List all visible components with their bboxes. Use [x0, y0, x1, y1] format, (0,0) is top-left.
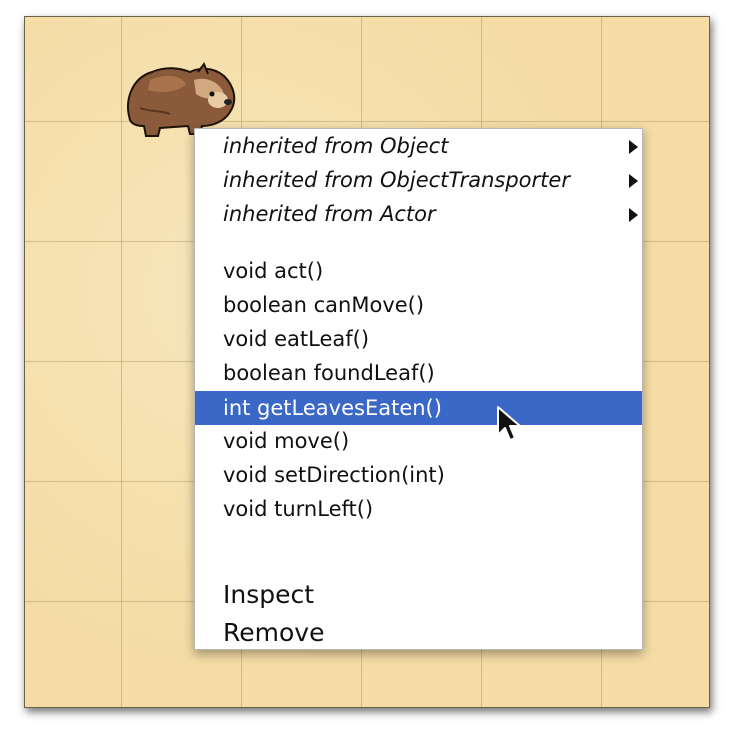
menu-item-eatleaf[interactable]: void eatLeaf()	[195, 322, 642, 356]
menu-item-inherited-actor[interactable]: inherited from Actor	[195, 197, 642, 231]
menu-item-inspect[interactable]: Inspect	[195, 578, 642, 612]
submenu-arrow-icon	[629, 140, 638, 154]
menu-item-turnleft[interactable]: void turnLeft()	[195, 492, 642, 526]
menu-item-setdirection[interactable]: void setDirection(int)	[195, 458, 642, 492]
menu-item-inherited-object[interactable]: inherited from Object	[195, 129, 642, 163]
menu-item-move[interactable]: void move()	[195, 424, 642, 458]
menu-item-canmove[interactable]: boolean canMove()	[195, 288, 642, 322]
menu-item-getleaveseaten[interactable]: int getLeavesEaten()	[195, 391, 642, 425]
context-menu: inherited from Object inherited from Obj…	[194, 128, 643, 650]
menu-item-inherited-objecttransporter[interactable]: inherited from ObjectTransporter	[195, 163, 642, 197]
menu-item-act[interactable]: void act()	[195, 254, 642, 288]
menu-item-foundleaf[interactable]: boolean foundLeaf()	[195, 356, 642, 390]
menu-item-label: inherited from ObjectTransporter	[223, 168, 570, 192]
submenu-arrow-icon	[629, 208, 638, 222]
submenu-arrow-icon	[629, 174, 638, 188]
mouse-cursor-icon	[497, 406, 521, 441]
menu-item-label: inherited from Object	[223, 134, 449, 158]
menu-item-remove[interactable]: Remove	[195, 616, 642, 650]
menu-item-label: inherited from Actor	[223, 202, 436, 226]
